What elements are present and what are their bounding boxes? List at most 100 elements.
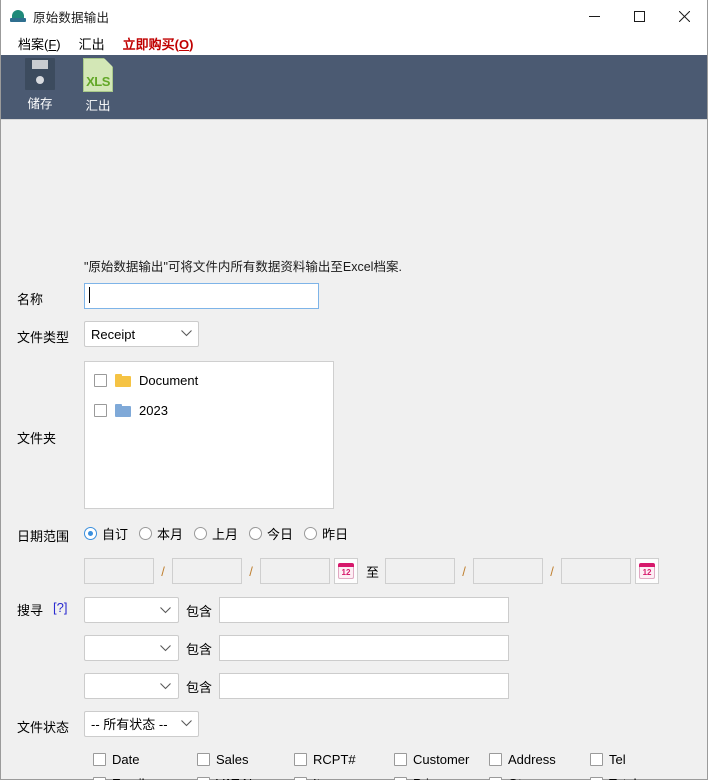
radio-icon	[304, 527, 318, 540]
list-item[interactable]: 2023	[85, 398, 333, 422]
radio-icon	[139, 527, 153, 540]
checkbox-label: Customer	[413, 752, 470, 767]
checkbox-icon[interactable]	[294, 753, 307, 766]
date-to-part1[interactable]	[385, 558, 456, 584]
folder-icon	[115, 403, 131, 417]
checkbox-rcpt[interactable]: RCPT#	[294, 752, 356, 767]
window-title: 原始数据输出	[33, 10, 110, 25]
chevron-down-icon	[160, 645, 171, 652]
folder-icon	[115, 373, 131, 387]
close-button[interactable]	[662, 0, 707, 32]
date-from-part1[interactable]	[84, 558, 154, 584]
name-input[interactable]	[84, 283, 319, 309]
folder-list: Document 2023	[84, 361, 334, 509]
folder-label: 文件夹	[17, 431, 57, 446]
date-from-part3[interactable]	[260, 558, 330, 584]
xls-file-icon: XLS	[83, 58, 113, 92]
radio-icon	[194, 527, 208, 540]
toolbar-save-button[interactable]: 储存	[11, 55, 69, 112]
calendar-icon: 12	[639, 563, 656, 579]
xls-icon-text: XLS	[86, 74, 110, 89]
checkbox-label: Email	[112, 776, 145, 780]
date-inputs-row: / / 12 至 / / 12	[84, 558, 660, 584]
checkbox-icon[interactable]	[197, 753, 210, 766]
menu-item-export[interactable]: 汇出	[70, 32, 114, 55]
date-separator: /	[249, 563, 253, 579]
date-range-label: 日期范围	[17, 529, 70, 544]
date-from-part2[interactable]	[172, 558, 242, 584]
folder-checkbox-2023[interactable]	[94, 403, 107, 417]
checkbox-icon[interactable]	[93, 753, 106, 766]
maximize-button[interactable]	[617, 0, 662, 32]
search-value-input-1[interactable]	[219, 597, 510, 623]
checkbox-date[interactable]: Date	[93, 752, 139, 767]
search-field-select-3[interactable]	[84, 673, 179, 699]
checkbox-qty[interactable]: Qty	[489, 776, 528, 780]
toolbar-save-label: 储存	[27, 97, 53, 111]
contains-label: 包含	[186, 603, 213, 619]
checkbox-label: Sales	[216, 752, 249, 767]
folder-checkbox-document[interactable]	[94, 373, 107, 387]
checkbox-customer[interactable]: Customer	[394, 752, 469, 767]
radio-custom[interactable]: 自订	[84, 524, 128, 543]
radio-this-month[interactable]: 本月	[139, 524, 183, 543]
search-label: 搜寻	[17, 603, 44, 618]
checkbox-label: Qty	[508, 776, 528, 780]
search-field-select-2[interactable]	[84, 635, 179, 661]
minimize-button[interactable]	[572, 0, 617, 32]
checkbox-item[interactable]: Item	[294, 776, 338, 780]
search-value-input-3[interactable]	[219, 673, 510, 699]
search-row-2: 包含	[84, 635, 510, 661]
file-status-select[interactable]: -- 所有状态 --	[84, 711, 199, 737]
checkbox-price[interactable]: Price	[394, 776, 443, 780]
file-type-select[interactable]: Receipt	[84, 321, 199, 347]
radio-label: 本月	[157, 527, 184, 542]
checkbox-vat-no[interactable]: VAT No.	[197, 776, 263, 780]
calendar-icon: 12	[338, 563, 354, 579]
radio-icon	[249, 527, 263, 540]
checkbox-email[interactable]: Email	[93, 776, 145, 780]
toolbar: 储存 XLS 汇出	[1, 55, 707, 120]
checkbox-label: Address	[508, 752, 556, 767]
checkbox-sales[interactable]: Sales	[197, 752, 249, 767]
checkbox-label: Price	[413, 776, 443, 780]
calendar-to-button[interactable]: 12	[635, 558, 660, 584]
checkbox-total[interactable]: Total	[590, 776, 636, 780]
menu-item-file[interactable]: 档案(F)	[9, 32, 70, 55]
search-field-select-1[interactable]	[84, 597, 179, 623]
contains-label: 包含	[186, 641, 213, 657]
date-to-part3[interactable]	[561, 558, 632, 584]
date-range-radio-group: 自订 本月 上月 今日 昨日	[84, 524, 359, 543]
name-label: 名称	[17, 292, 44, 307]
radio-label: 今日	[267, 527, 294, 542]
checkbox-icon[interactable]	[590, 753, 603, 766]
form-panel: "原始数据输出"可将文件内所有数据资料输出至Excel档案. 名称 文件类型 R…	[1, 120, 707, 780]
radio-last-month[interactable]: 上月	[194, 524, 238, 543]
date-to-part2[interactable]	[473, 558, 544, 584]
search-value-input-2[interactable]	[219, 635, 510, 661]
checkbox-icon[interactable]	[394, 753, 407, 766]
window-controls	[572, 0, 707, 32]
checkbox-address[interactable]: Address	[489, 752, 556, 767]
calendar-from-button[interactable]: 12	[334, 558, 358, 584]
search-help-link[interactable]: [?]	[53, 600, 67, 615]
checkbox-icon[interactable]	[489, 753, 502, 766]
checkbox-label: Item	[313, 776, 338, 780]
date-separator: /	[550, 563, 554, 579]
checkbox-label: Tel	[609, 752, 626, 767]
menu-item-buy-now[interactable]: 立即购买(O)	[114, 32, 203, 55]
checkbox-label: Total	[609, 776, 636, 780]
checkbox-label: RCPT#	[313, 752, 356, 767]
date-separator: /	[161, 563, 165, 579]
file-status-select-wrap: -- 所有状态 --	[84, 711, 199, 737]
radio-label: 昨日	[322, 527, 349, 542]
checkbox-tel[interactable]: Tel	[590, 752, 626, 767]
radio-today[interactable]: 今日	[249, 524, 293, 543]
folder-name: Document	[139, 372, 199, 388]
radio-yesterday[interactable]: 昨日	[304, 524, 348, 543]
toolbar-export-button[interactable]: XLS 汇出	[69, 55, 127, 114]
radio-label: 自订	[102, 527, 129, 542]
list-item[interactable]: Document	[85, 368, 333, 392]
date-range-separator: 至	[366, 564, 380, 580]
radio-icon	[84, 527, 97, 540]
